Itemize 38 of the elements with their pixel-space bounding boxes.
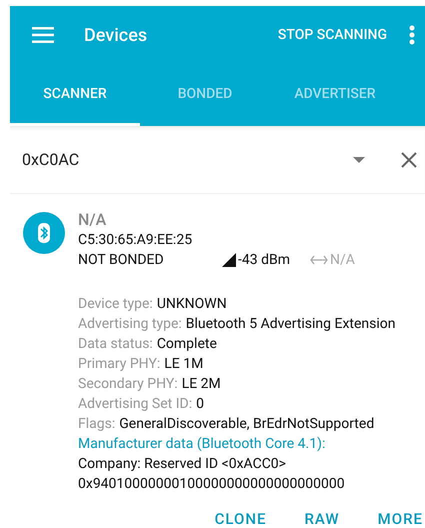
action-button[interactable]: RAW [304, 508, 340, 528]
signal-icon [222, 253, 236, 267]
detail-label: Primary PHY: [78, 355, 160, 374]
detail-label: Secondary PHY: [78, 375, 178, 394]
manufacturer-data-title: Manufacturer data (Bluetooth Core 4.1): [78, 435, 326, 454]
detail-value: Bluetooth 5 Advertising Extension [186, 315, 396, 334]
detail-value: LE 1M [164, 355, 204, 374]
detail-value: GeneralDiscoverable, BrEdrNotSupported [119, 415, 374, 434]
detail-label: Advertising type: [78, 315, 182, 334]
company-text: Company: Reserved ID <0xACC0> [78, 455, 287, 474]
interval-value: N/A [330, 251, 355, 270]
detail-label: Advertising Set ID: [78, 395, 192, 414]
detail-label: Data status: [78, 335, 153, 354]
more-options-icon[interactable] [409, 25, 415, 45]
detail-value: LE 2M [182, 375, 221, 394]
device-name: N/A [78, 210, 108, 230]
bond-state: NOT BONDED [78, 251, 165, 270]
rssi-value: -43 dBm [238, 251, 290, 270]
device-address: C5:30:65:A9:EE:25 [78, 231, 194, 250]
detail-label: Device type: [78, 295, 153, 314]
filter-field[interactable]: 0xC0AC [22, 148, 353, 172]
tab[interactable]: SCANNER [10, 64, 140, 126]
detail-value: 0 [196, 395, 204, 414]
detail-label: Flags: [78, 415, 116, 434]
menu-icon[interactable] [32, 27, 54, 43]
dropdown-caret-icon[interactable] [353, 156, 365, 162]
action-button[interactable]: MORE [378, 508, 423, 528]
detail-value: UNKNOWN [156, 295, 227, 314]
action-button[interactable]: CLONE [214, 508, 266, 528]
tab[interactable]: BONDED [140, 64, 270, 126]
tab[interactable]: ADVERTISER [270, 64, 400, 126]
app-title: Devices [84, 24, 148, 48]
bluetooth-icon [23, 212, 65, 254]
double-arrow-icon [310, 255, 328, 265]
close-icon[interactable] [401, 152, 417, 168]
detail-value: Complete [156, 335, 217, 354]
stop-scanning-button[interactable]: STOP SCANNING [278, 24, 387, 46]
manufacturer-data-value: 0x94010000000100000000000000000000 [78, 475, 346, 494]
